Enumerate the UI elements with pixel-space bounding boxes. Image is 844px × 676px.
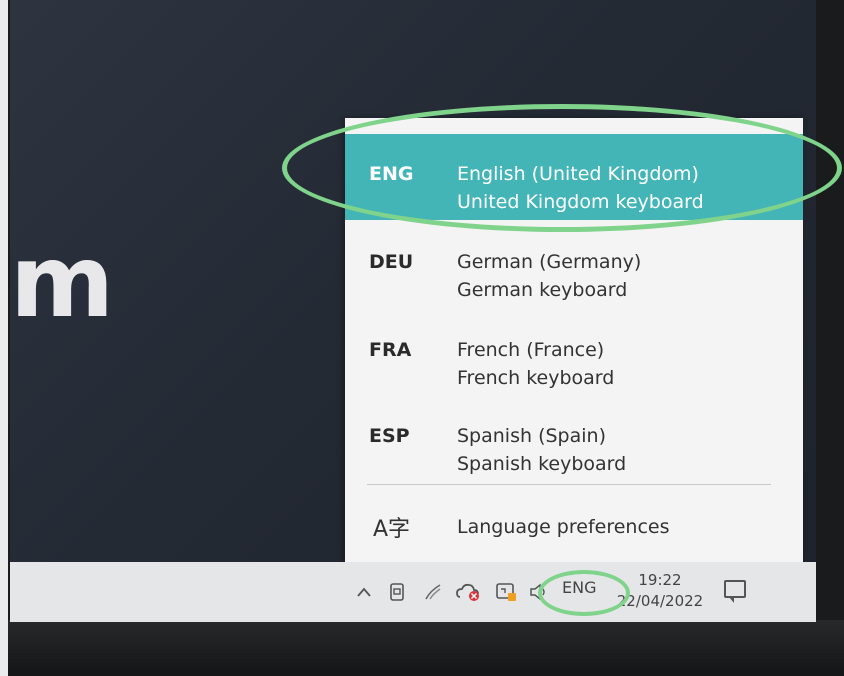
language-preferences-link[interactable]: A字 Language preferences <box>345 496 803 558</box>
language-flyout: ENG English (United Kingdom) United King… <box>345 118 803 562</box>
language-code: ENG <box>369 163 414 185</box>
keyboard-name: United Kingdom keyboard <box>457 191 704 213</box>
clock-time: 19:22 <box>638 571 682 589</box>
language-text: English (United Kingdom) United Kingdom … <box>457 134 704 216</box>
language-name: German (Germany) <box>457 251 642 273</box>
language-code: ESP <box>369 425 410 447</box>
language-name: Spanish (Spain) <box>457 425 606 447</box>
monitor-stand-area <box>8 620 844 676</box>
language-code: DEU <box>369 251 414 273</box>
wallpaper-text: m <box>10 223 114 340</box>
chevron-up-icon[interactable] <box>354 576 374 608</box>
volume-icon[interactable] <box>528 576 552 608</box>
language-name: English (United Kingdom) <box>457 163 699 185</box>
meet-now-icon[interactable] <box>386 576 408 608</box>
language-name: French (France) <box>457 339 605 361</box>
language-preferences-label: Language preferences <box>457 516 670 538</box>
language-code: FRA <box>369 339 412 361</box>
language-text: German (Germany) German keyboard <box>457 222 641 304</box>
onedrive-error-icon[interactable] <box>456 576 482 608</box>
language-text: French (France) French keyboard <box>457 310 614 392</box>
taskbar-clock[interactable]: 19:22 22/04/2022 <box>612 570 708 612</box>
notification-center-icon[interactable] <box>724 580 746 603</box>
language-item-esp[interactable]: ESP Spanish (Spain) Spanish keyboard <box>345 396 803 482</box>
language-text: Spanish (Spain) Spanish keyboard <box>457 396 626 478</box>
language-item-eng[interactable]: ENG English (United Kingdom) United King… <box>345 134 803 220</box>
keyboard-name: Spanish keyboard <box>457 453 627 475</box>
taskbar: ENG 19:22 22/04/2022 <box>10 562 816 622</box>
keyboard-name: French keyboard <box>457 367 615 389</box>
language-item-deu[interactable]: DEU German (Germany) German keyboard <box>345 222 803 308</box>
language-preferences-glyph: A字 <box>373 517 411 542</box>
keyboard-name: German keyboard <box>457 279 628 301</box>
security-icon[interactable] <box>494 576 518 608</box>
clock-date: 22/04/2022 <box>616 592 704 610</box>
language-item-fra[interactable]: FRA French (France) French keyboard <box>345 310 803 396</box>
language-indicator[interactable]: ENG <box>562 578 596 597</box>
language-preferences-icon: A字 <box>345 511 457 543</box>
pen-icon[interactable] <box>422 576 444 608</box>
flyout-divider <box>367 484 771 485</box>
